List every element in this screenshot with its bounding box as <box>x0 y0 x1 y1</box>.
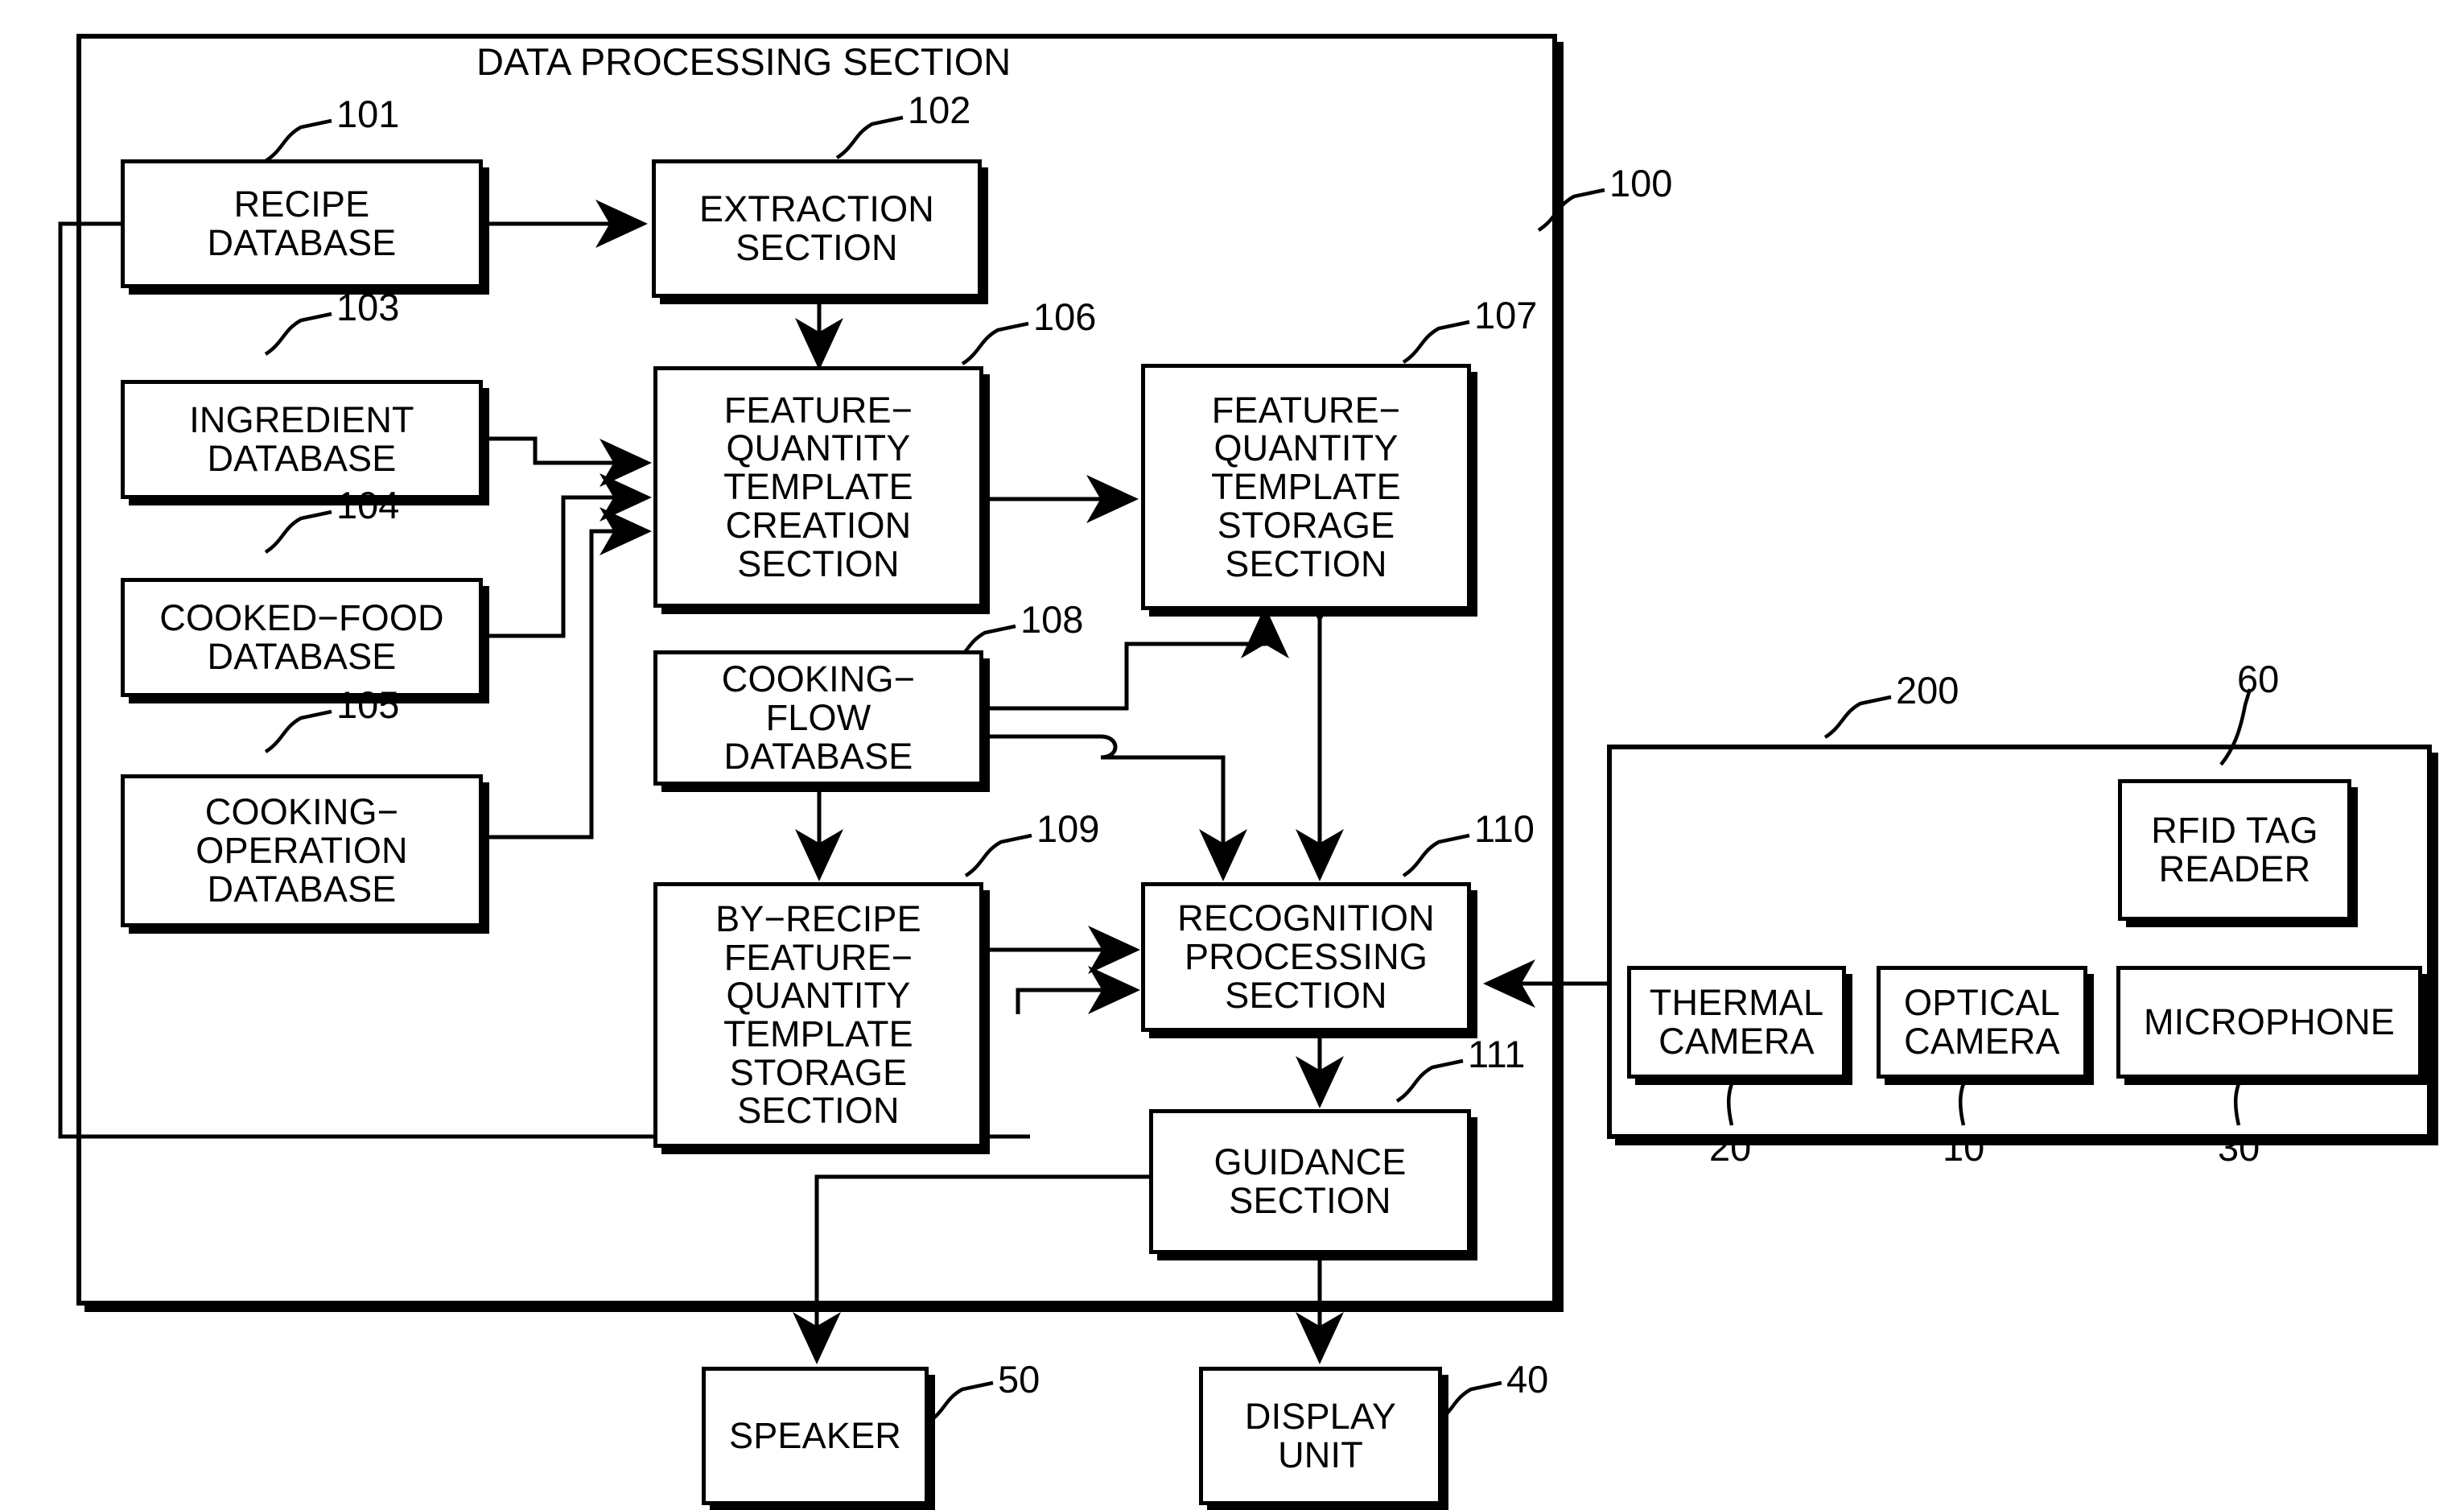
ref-number-111: 111 <box>1468 1033 1526 1075</box>
ref-number-106: 106 <box>1033 295 1097 338</box>
block-label: EXTRACTION SECTION <box>698 188 935 268</box>
ref-number-110: 110 <box>1474 807 1535 850</box>
block-feature-quantity-template-creation-section[interactable]: FEATURE− QUANTITY TEMPLATE CREATION SECT… <box>653 366 983 608</box>
ref-number-200: 200 <box>1896 669 1959 712</box>
block-label: COOKED−FOOD DATABASE <box>159 597 444 677</box>
block-recipe-database[interactable]: RECIPE DATABASE <box>121 159 483 288</box>
block-label: COOKING− OPERATION DATABASE <box>196 791 408 910</box>
block-ingredient-database[interactable]: INGREDIENT DATABASE <box>121 380 483 499</box>
block-label: THERMAL CAMERA <box>1649 982 1824 1062</box>
block-rfid-tag-reader[interactable]: RFID TAG READER <box>2118 779 2351 921</box>
block-display-unit[interactable]: DISPLAY UNIT <box>1199 1367 1442 1505</box>
block-guidance-section[interactable]: GUIDANCE SECTION <box>1149 1109 1471 1254</box>
block-feature-quantity-template-storage-section[interactable]: FEATURE− QUANTITY TEMPLATE STORAGE SECTI… <box>1141 364 1471 610</box>
block-label: DISPLAY UNIT <box>1244 1396 1397 1475</box>
ref-number-20: 20 <box>1709 1126 1752 1169</box>
ref-number-50: 50 <box>998 1358 1040 1401</box>
ref-number-107: 107 <box>1474 294 1538 336</box>
block-cooking-flow-database[interactable]: COOKING− FLOW DATABASE <box>653 650 983 786</box>
ref-number-60: 60 <box>2237 658 2280 700</box>
block-label: RECOGNITION PROCESSING SECTION <box>1177 897 1435 1016</box>
block-label: MICROPHONE <box>2143 1001 2395 1043</box>
block-speaker[interactable]: SPEAKER <box>702 1367 929 1505</box>
ref-number-108: 108 <box>1020 598 1084 641</box>
block-label: FEATURE− QUANTITY TEMPLATE CREATION SECT… <box>723 389 913 584</box>
block-label: OPTICAL CAMERA <box>1904 982 2060 1062</box>
ref-number-100: 100 <box>1609 162 1673 204</box>
block-recognition-processing-section[interactable]: RECOGNITION PROCESSING SECTION <box>1141 882 1471 1032</box>
block-label: BY−RECIPE FEATURE− QUANTITY TEMPLATE STO… <box>715 897 921 1132</box>
ref-number-10: 10 <box>1943 1126 1985 1169</box>
block-label: SPEAKER <box>729 1415 901 1457</box>
ref-number-104: 104 <box>336 484 400 526</box>
ref-number-102: 102 <box>908 89 971 131</box>
block-optical-camera[interactable]: OPTICAL CAMERA <box>1877 966 2087 1079</box>
ref-number-101: 101 <box>336 93 400 135</box>
block-extraction-section[interactable]: EXTRACTION SECTION <box>652 159 982 298</box>
ref-number-40: 40 <box>1506 1358 1549 1401</box>
ref-number-103: 103 <box>336 286 400 328</box>
page-title: DATA PROCESSING SECTION <box>476 40 1012 83</box>
block-cooked-food-database[interactable]: COOKED−FOOD DATABASE <box>121 578 483 697</box>
block-label: RECIPE DATABASE <box>207 184 397 263</box>
block-microphone[interactable]: MICROPHONE <box>2116 966 2422 1079</box>
figure-canvas: DATA PROCESSING SECTION RECIPE DATABASE … <box>0 0 2464 1510</box>
block-thermal-camera[interactable]: THERMAL CAMERA <box>1627 966 1846 1079</box>
block-label: FEATURE− QUANTITY TEMPLATE STORAGE SECTI… <box>1211 389 1401 584</box>
block-label: COOKING− FLOW DATABASE <box>721 658 916 777</box>
ref-number-109: 109 <box>1036 807 1100 850</box>
block-cooking-operation-database[interactable]: COOKING− OPERATION DATABASE <box>121 774 483 927</box>
block-by-recipe-feature-quantity-template-storage-section[interactable]: BY−RECIPE FEATURE− QUANTITY TEMPLATE STO… <box>653 882 983 1148</box>
ref-number-105: 105 <box>336 683 400 726</box>
block-label: GUIDANCE SECTION <box>1213 1141 1407 1221</box>
block-label: INGREDIENT DATABASE <box>189 399 414 479</box>
ref-number-30: 30 <box>2218 1126 2260 1169</box>
block-label: RFID TAG READER <box>2151 810 2318 889</box>
